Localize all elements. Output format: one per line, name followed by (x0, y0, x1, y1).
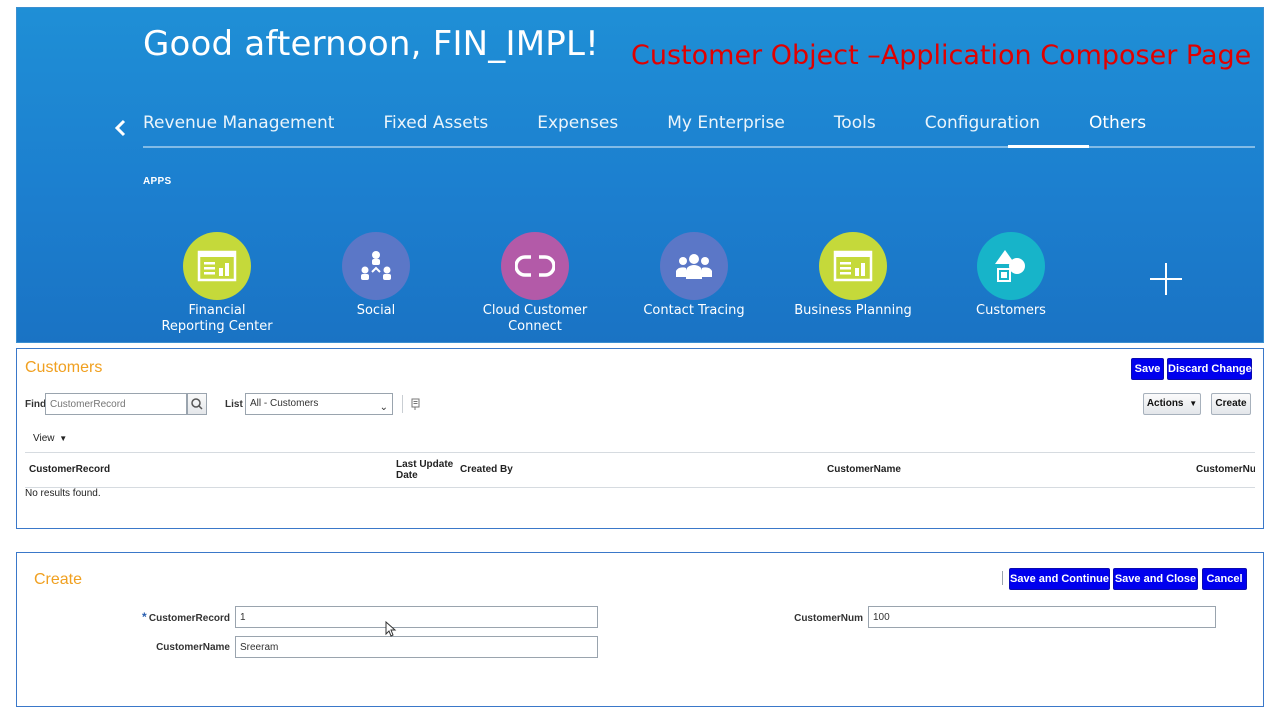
app-label: Customers (976, 303, 1046, 318)
springboard-banner: Good afternoon, FIN_IMPL! Customer Objec… (16, 7, 1264, 343)
plus-icon[interactable] (1149, 262, 1183, 296)
apps-heading: APPS (143, 176, 172, 187)
people-group-icon (660, 232, 728, 300)
column-header-customerrecord[interactable]: CustomerRecord (29, 464, 110, 475)
mouse-cursor-icon (385, 621, 397, 637)
column-header-customernum[interactable]: CustomerNu (1196, 464, 1255, 475)
app-social[interactable]: Social (306, 232, 446, 319)
find-input[interactable] (45, 393, 187, 415)
column-header-line1: Last Update (396, 459, 454, 470)
create-panel: Create Save and Continue Save and Close … (16, 552, 1264, 707)
app-label: Business Planning (794, 303, 912, 318)
search-button[interactable] (187, 393, 207, 415)
nav-tab-configuration[interactable]: Configuration (925, 112, 1040, 148)
view-menu[interactable]: View ▼ (33, 433, 67, 444)
column-header-created-by[interactable]: Created By (460, 464, 513, 475)
save-and-close-button[interactable]: Save and Close (1113, 568, 1198, 590)
empty-results-message: No results found. (25, 488, 101, 499)
nav-tab-expenses[interactable]: Expenses (537, 112, 618, 148)
nav-tab-my-enterprise[interactable]: My Enterprise (667, 112, 785, 148)
save-search-icon[interactable] (402, 395, 420, 413)
create-title: Create (34, 571, 83, 588)
customerrecord-label: CustomerRecord (148, 613, 230, 624)
app-label: Social (356, 303, 396, 318)
app-cloud-customer-connect[interactable]: Cloud Customer Connect (465, 232, 605, 335)
app-customers[interactable]: Customers (941, 232, 1081, 319)
customername-field[interactable] (235, 636, 598, 658)
customernum-label: CustomerNum (794, 613, 863, 624)
customerrecord-field[interactable] (235, 606, 598, 628)
list-select-value: All - Customers (250, 398, 319, 409)
toolbar-separator (1002, 571, 1003, 585)
app-label-line2: Connect (508, 319, 562, 334)
app-label: Contact Tracing (643, 303, 745, 318)
column-header-line2: Date (396, 470, 418, 481)
app-financial-reporting-center[interactable]: Financial Reporting Center (147, 232, 287, 335)
save-button[interactable]: Save (1131, 358, 1164, 380)
chevron-left-icon[interactable] (111, 116, 129, 140)
report-icon (183, 232, 251, 300)
social-network-icon (342, 232, 410, 300)
caret-down-icon: ▼ (1189, 399, 1198, 408)
nav-tab-revenue-management[interactable]: Revenue Management (143, 112, 334, 148)
chevron-down-icon: ⌄ (379, 402, 388, 413)
customername-label: CustomerName (156, 642, 230, 653)
list-select[interactable]: All - Customers ⌄ (245, 393, 393, 415)
column-header-last-update-date[interactable]: Last Update Date (396, 459, 453, 481)
greeting-text: Good afternoon, FIN_IMPL! (143, 24, 599, 64)
table-top-rule (25, 452, 1255, 453)
create-button[interactable]: Create (1211, 393, 1251, 415)
view-label: View (33, 433, 55, 444)
column-header-customername[interactable]: CustomerName (827, 464, 901, 475)
nav-tab-others[interactable]: Others (1089, 112, 1146, 148)
list-label: List (225, 399, 243, 410)
app-contact-tracing[interactable]: Contact Tracing (624, 232, 764, 319)
actions-menu-button[interactable]: Actions ▼ (1143, 393, 1201, 415)
table-header-rule (25, 487, 1255, 488)
nav-tab-fixed-assets[interactable]: Fixed Assets (383, 112, 488, 148)
cancel-button[interactable]: Cancel (1202, 568, 1247, 590)
active-tab-indicator (1008, 145, 1089, 148)
app-label: Financial (188, 303, 246, 318)
discard-changes-button[interactable]: Discard Changes (1167, 358, 1258, 380)
app-label: Cloud Customer (482, 303, 588, 318)
shapes-icon (977, 232, 1045, 300)
navigator-tabs: Revenue Management Fixed Assets Expenses… (143, 112, 1195, 148)
customernum-field[interactable] (868, 606, 1216, 628)
app-business-planning[interactable]: Business Planning (783, 232, 923, 319)
nav-tab-tools[interactable]: Tools (834, 112, 876, 148)
connect-icon (501, 232, 569, 300)
caret-down-icon: ▼ (59, 434, 68, 443)
actions-label: Actions (1146, 398, 1184, 409)
save-and-continue-button[interactable]: Save and Continue (1009, 568, 1110, 590)
find-label: Find (25, 399, 47, 410)
customers-title: Customers (25, 359, 103, 376)
report-icon (819, 232, 887, 300)
search-icon (191, 398, 203, 410)
overlay-title: Customer Object –Application Composer Pa… (631, 40, 1252, 71)
customers-panel: Customers Save Discard Changes Find List… (16, 348, 1264, 529)
app-label-line2: Reporting Center (161, 319, 273, 334)
